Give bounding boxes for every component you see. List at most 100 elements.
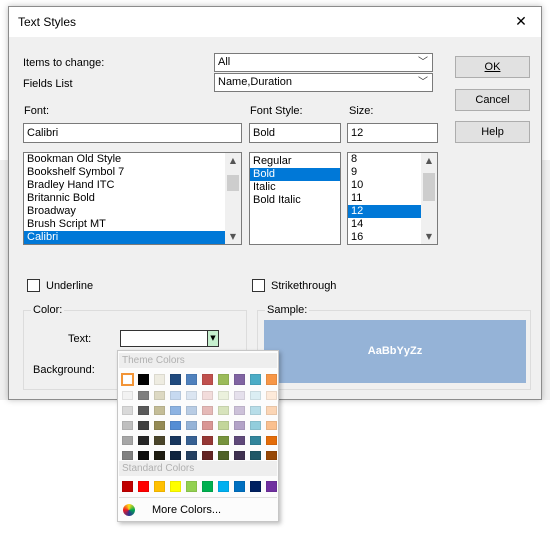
standard-color-swatch[interactable]: [138, 481, 149, 492]
underline-checkbox[interactable]: [27, 279, 40, 292]
font-style-input[interactable]: Bold: [249, 123, 341, 143]
theme-shade-swatch[interactable]: [218, 406, 229, 415]
theme-shade-swatch[interactable]: [138, 406, 149, 415]
theme-shade-swatch[interactable]: [154, 406, 165, 415]
strikethrough-checkbox[interactable]: [252, 279, 265, 292]
theme-shade-swatch[interactable]: [218, 436, 229, 445]
theme-color-swatch[interactable]: [202, 374, 213, 385]
theme-shade-swatch[interactable]: [266, 436, 277, 445]
theme-shade-swatch[interactable]: [122, 391, 133, 400]
theme-shade-swatch[interactable]: [250, 421, 261, 430]
theme-shade-swatch[interactable]: [170, 436, 181, 445]
theme-color-swatch[interactable]: [186, 374, 197, 385]
theme-shade-swatch[interactable]: [234, 421, 245, 430]
theme-shade-swatch[interactable]: [186, 436, 197, 445]
font-input[interactable]: Calibri: [23, 123, 242, 143]
items-to-change-select[interactable]: All ﹀: [214, 53, 433, 72]
theme-shade-swatch[interactable]: [154, 451, 165, 460]
theme-color-swatch[interactable]: [154, 374, 165, 385]
font-style-list[interactable]: Regular Bold Italic Bold Italic: [249, 152, 341, 245]
theme-shade-swatch[interactable]: [250, 436, 261, 445]
theme-shade-swatch[interactable]: [250, 451, 261, 460]
font-style-list-item[interactable]: Italic: [250, 181, 340, 194]
theme-shade-swatch[interactable]: [202, 391, 213, 400]
theme-shade-swatch[interactable]: [202, 436, 213, 445]
theme-shade-swatch[interactable]: [122, 421, 133, 430]
theme-shade-swatch[interactable]: [266, 391, 277, 400]
theme-shade-swatch[interactable]: [186, 421, 197, 430]
theme-shade-swatch[interactable]: [218, 421, 229, 430]
theme-color-swatch[interactable]: [121, 373, 134, 386]
standard-color-swatch[interactable]: [250, 481, 261, 492]
theme-shade-swatch[interactable]: [202, 406, 213, 415]
help-button[interactable]: Help: [455, 121, 530, 143]
theme-shade-swatch[interactable]: [170, 451, 181, 460]
theme-color-swatch[interactable]: [250, 374, 261, 385]
font-style-list-item[interactable]: Bold: [250, 168, 340, 181]
more-colors-button[interactable]: More Colors...: [119, 501, 277, 519]
theme-shade-swatch[interactable]: [202, 421, 213, 430]
theme-shade-swatch[interactable]: [266, 421, 277, 430]
scroll-up-icon[interactable]: ▲: [225, 153, 241, 168]
theme-shade-swatch[interactable]: [138, 451, 149, 460]
theme-shade-swatch[interactable]: [202, 451, 213, 460]
theme-color-swatch[interactable]: [218, 374, 229, 385]
scroll-thumb[interactable]: [227, 175, 239, 191]
standard-color-swatch[interactable]: [218, 481, 229, 492]
font-style-list-item[interactable]: Regular: [250, 155, 340, 168]
font-list-item[interactable]: Bradley Hand ITC: [24, 179, 241, 192]
theme-color-swatch[interactable]: [138, 374, 149, 385]
theme-color-swatch[interactable]: [234, 374, 245, 385]
scroll-down-icon[interactable]: ▼: [225, 229, 241, 244]
theme-shade-swatch[interactable]: [170, 391, 181, 400]
theme-color-swatch[interactable]: [170, 374, 181, 385]
ok-button[interactable]: OK: [455, 56, 530, 78]
theme-shade-swatch[interactable]: [250, 406, 261, 415]
font-list-item[interactable]: Brush Script MT: [24, 218, 241, 231]
close-icon[interactable]: ✕: [501, 7, 541, 37]
theme-shade-swatch[interactable]: [234, 391, 245, 400]
theme-shade-swatch[interactable]: [138, 391, 149, 400]
font-list-scrollbar[interactable]: ▲ ▼: [225, 153, 241, 244]
theme-shade-swatch[interactable]: [250, 391, 261, 400]
scroll-thumb[interactable]: [423, 173, 435, 201]
theme-shade-swatch[interactable]: [234, 406, 245, 415]
theme-shade-swatch[interactable]: [154, 436, 165, 445]
theme-shade-swatch[interactable]: [186, 451, 197, 460]
theme-shade-swatch[interactable]: [266, 406, 277, 415]
size-list-scrollbar[interactable]: ▲ ▼: [421, 153, 437, 244]
theme-shade-swatch[interactable]: [234, 436, 245, 445]
font-list-item[interactable]: Bookman Old Style: [24, 153, 241, 166]
standard-color-swatch[interactable]: [186, 481, 197, 492]
theme-shade-swatch[interactable]: [154, 391, 165, 400]
theme-shade-swatch[interactable]: [138, 436, 149, 445]
standard-color-swatch[interactable]: [266, 481, 277, 492]
theme-shade-swatch[interactable]: [170, 406, 181, 415]
font-style-list-item[interactable]: Bold Italic: [250, 194, 340, 207]
theme-color-swatch[interactable]: [266, 374, 277, 385]
theme-shade-swatch[interactable]: [218, 451, 229, 460]
theme-shade-swatch[interactable]: [122, 406, 133, 415]
size-list[interactable]: 8 9 10 11 12 14 16 ▲ ▼: [347, 152, 438, 245]
standard-color-swatch[interactable]: [234, 481, 245, 492]
font-list-item[interactable]: Broadway: [24, 205, 241, 218]
text-color-select[interactable]: ▼: [120, 330, 219, 347]
theme-shade-swatch[interactable]: [234, 451, 245, 460]
theme-shade-swatch[interactable]: [186, 391, 197, 400]
theme-shade-swatch[interactable]: [122, 451, 133, 460]
theme-shade-swatch[interactable]: [138, 421, 149, 430]
fields-list-select[interactable]: Name,Duration ﹀: [214, 73, 433, 92]
theme-shade-swatch[interactable]: [218, 391, 229, 400]
font-list-item[interactable]: Calibri: [24, 231, 241, 244]
theme-shade-swatch[interactable]: [266, 451, 277, 460]
standard-color-swatch[interactable]: [122, 481, 133, 492]
chevron-down-icon[interactable]: ▼: [207, 331, 218, 346]
font-list-item[interactable]: Bookshelf Symbol 7: [24, 166, 241, 179]
theme-shade-swatch[interactable]: [170, 421, 181, 430]
cancel-button[interactable]: Cancel: [455, 89, 530, 111]
size-input[interactable]: 12: [347, 123, 438, 143]
standard-color-swatch[interactable]: [154, 481, 165, 492]
scroll-down-icon[interactable]: ▼: [421, 229, 437, 244]
standard-color-swatch[interactable]: [202, 481, 213, 492]
theme-shade-swatch[interactable]: [186, 406, 197, 415]
